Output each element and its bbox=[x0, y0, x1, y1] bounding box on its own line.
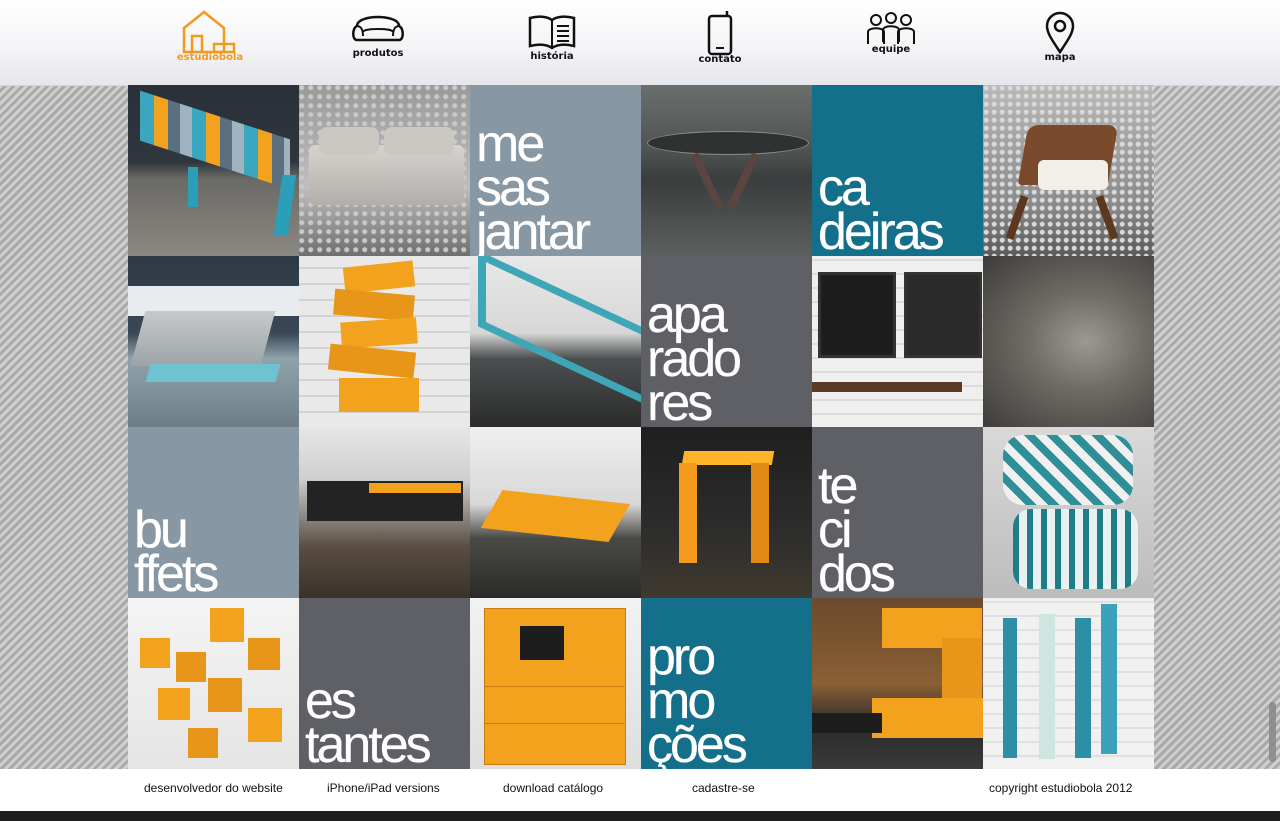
photo-blue-shelf[interactable] bbox=[470, 256, 641, 427]
category-tecidos[interactable]: te ci dos bbox=[812, 427, 983, 598]
footer: desenvolvedor do website iPhone/iPad ver… bbox=[0, 769, 1280, 811]
map-pin-icon bbox=[1045, 11, 1075, 54]
footer-developer-link[interactable]: desenvolvedor do website bbox=[144, 781, 283, 795]
logo-home-link[interactable]: estudiobola bbox=[155, 10, 265, 80]
category-label: bu ffets bbox=[134, 501, 220, 598]
nav-historia[interactable]: história bbox=[497, 10, 607, 80]
nav-mapa-label: mapa bbox=[1044, 52, 1076, 63]
photo-stacked-drawers[interactable] bbox=[299, 256, 470, 427]
photo-grey-sofa[interactable] bbox=[299, 85, 470, 256]
book-icon bbox=[528, 15, 576, 50]
photo-bed[interactable] bbox=[128, 256, 299, 427]
nav-equipe[interactable]: equipe bbox=[836, 10, 946, 80]
scrollbar-thumb[interactable] bbox=[1269, 702, 1276, 762]
category-buffets[interactable]: bu ffets bbox=[128, 427, 299, 598]
photo-black-buffet[interactable] bbox=[299, 427, 470, 598]
photo-teal-columns[interactable] bbox=[983, 598, 1154, 769]
sofa-icon bbox=[352, 15, 404, 42]
photo-striped-bench[interactable] bbox=[128, 85, 299, 256]
nav-mapa[interactable]: mapa bbox=[1005, 10, 1115, 80]
photo-orange-side-table[interactable] bbox=[641, 427, 812, 598]
window-bottom-bar bbox=[0, 811, 1280, 821]
category-estantes[interactable]: es tantes bbox=[299, 598, 470, 769]
nav-historia-label: história bbox=[530, 51, 574, 62]
category-label: te ci dos bbox=[818, 457, 896, 598]
people-icon bbox=[867, 12, 915, 44]
nav-contato-label: contato bbox=[698, 54, 742, 65]
logo-label: estudiobola bbox=[176, 52, 244, 63]
nav-produtos[interactable]: produtos bbox=[323, 10, 433, 80]
category-aparadores[interactable]: apa rado res bbox=[641, 256, 812, 427]
category-label: me sas jantar bbox=[476, 115, 591, 256]
photo-armchair[interactable] bbox=[983, 85, 1154, 256]
category-cadeiras[interactable]: ca deiras bbox=[812, 85, 983, 256]
nav-produtos-label: produtos bbox=[352, 48, 404, 59]
category-label: pro mo ções bbox=[647, 628, 748, 769]
photo-gallery-wall[interactable] bbox=[812, 256, 983, 427]
photo-orange-cubes[interactable] bbox=[128, 598, 299, 769]
category-mesas-jantar[interactable]: me sas jantar bbox=[470, 85, 641, 256]
footer-catalog-link[interactable]: download catálogo bbox=[503, 781, 603, 795]
category-label: apa rado res bbox=[647, 286, 742, 427]
footer-iphone-link[interactable]: iPhone/iPad versions bbox=[327, 781, 440, 795]
photo-orange-coffee-table[interactable] bbox=[470, 427, 641, 598]
nav-equipe-label: equipe bbox=[871, 44, 911, 55]
photo-rug[interactable] bbox=[983, 256, 1154, 427]
house-logo-icon bbox=[182, 10, 236, 54]
category-label: ca deiras bbox=[818, 159, 945, 256]
footer-copyright: copyright estudiobola 2012 bbox=[989, 781, 1133, 795]
footer-signup-link[interactable]: cadastre-se bbox=[692, 781, 755, 795]
category-promocoes[interactable]: pro mo ções bbox=[641, 598, 812, 769]
phone-icon bbox=[707, 11, 733, 56]
product-grid: me sas jantar ca deiras apa rado res bu … bbox=[128, 85, 1154, 769]
photo-round-table[interactable] bbox=[641, 85, 812, 256]
nav-contato[interactable]: contato bbox=[665, 10, 775, 80]
category-label: es tantes bbox=[305, 672, 432, 769]
photo-fabric-cushions[interactable] bbox=[983, 427, 1154, 598]
photo-wall-shelf[interactable] bbox=[812, 598, 983, 769]
top-navigation: estudiobola produtos história contato eq… bbox=[0, 0, 1280, 86]
photo-orange-cabinet[interactable] bbox=[470, 598, 641, 769]
